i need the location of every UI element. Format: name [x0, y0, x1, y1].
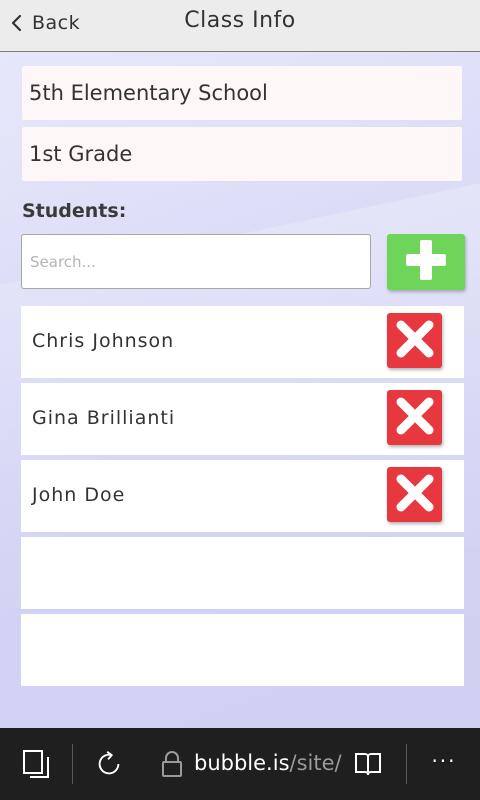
x-icon [393, 317, 437, 365]
address-bar[interactable]: bubble.is/site/ [194, 751, 342, 775]
reading-view-icon[interactable] [353, 749, 383, 779]
remove-student-button[interactable] [387, 390, 442, 445]
page-title: Class Info [184, 8, 296, 33]
school-field[interactable]: 5th Elementary School [22, 66, 462, 120]
student-name: Chris Johnson [32, 330, 175, 352]
toolbar-divider [406, 744, 407, 784]
remove-student-button[interactable] [387, 467, 442, 522]
refresh-icon[interactable] [94, 749, 124, 779]
url-host: bubble.is [194, 751, 290, 775]
student-row: Chris Johnson [21, 306, 464, 378]
plus-icon [403, 237, 449, 287]
tabs-icon[interactable] [21, 749, 51, 779]
empty-list-row [21, 614, 464, 686]
remove-student-button[interactable] [387, 313, 442, 368]
header-bar: Back Class Info [0, 0, 480, 52]
student-row: Gina Brillianti [21, 383, 464, 455]
student-name: John Doe [32, 484, 126, 506]
x-icon [393, 394, 437, 442]
add-student-button[interactable] [387, 234, 465, 290]
student-list: Chris Johnson Gina Brillianti John Doe [21, 306, 464, 691]
empty-list-row [21, 537, 464, 609]
more-dots: ··· [431, 749, 457, 773]
url-path: /site/ [289, 751, 342, 775]
grade-field[interactable]: 1st Grade [22, 127, 462, 181]
toolbar-divider [72, 744, 73, 784]
search-input[interactable] [21, 234, 371, 289]
lock-icon [157, 749, 187, 779]
students-heading: Students: [22, 200, 127, 222]
more-icon[interactable]: ··· [429, 749, 459, 779]
app-screen: Back Class Info 5th Elementary School 1s… [0, 0, 480, 800]
student-row: John Doe [21, 460, 464, 532]
student-name: Gina Brillianti [32, 407, 176, 429]
x-icon [393, 471, 437, 519]
browser-toolbar: bubble.is/site/ ··· [0, 728, 480, 800]
main-content: 5th Elementary School 1st Grade Students… [0, 52, 480, 728]
